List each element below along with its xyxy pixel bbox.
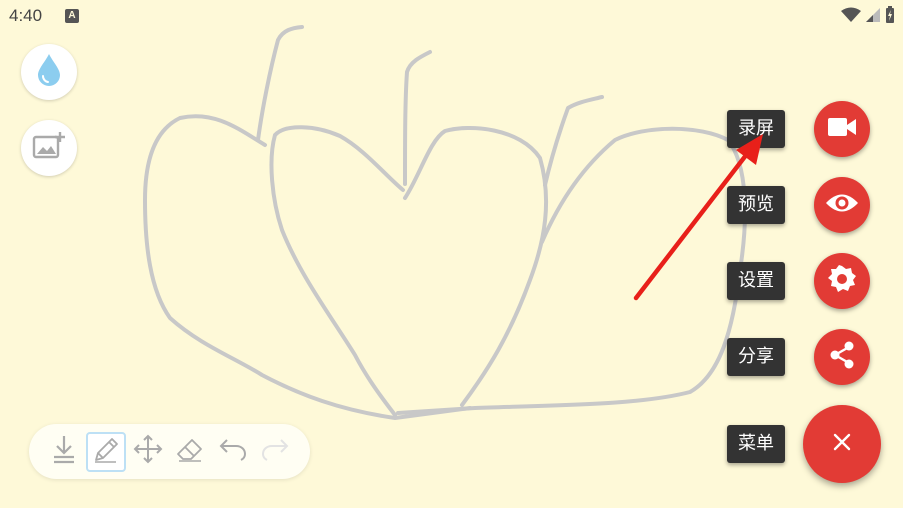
settings-label[interactable]: 设置 (727, 262, 785, 300)
drawing-toolbar (29, 424, 310, 479)
undo-button[interactable] (214, 432, 252, 470)
screen-record-button[interactable] (814, 101, 870, 157)
redo-button[interactable] (256, 432, 294, 470)
save-download-icon (51, 434, 77, 468)
menu-label[interactable]: 菜单 (727, 425, 785, 463)
add-image-button[interactable] (21, 120, 77, 176)
sketch-stroke (403, 126, 549, 407)
water-drop-icon (36, 53, 62, 91)
videocam-icon (827, 117, 857, 141)
share-button[interactable] (814, 329, 870, 385)
save-button[interactable] (45, 432, 83, 470)
gear-icon (827, 264, 857, 298)
add-photo-icon (32, 131, 66, 165)
preview-button[interactable] (814, 177, 870, 233)
pencil-tool-button[interactable] (86, 432, 126, 472)
close-icon (833, 433, 851, 455)
sketch-stroke (396, 126, 747, 415)
settings-button[interactable] (814, 253, 870, 309)
preview-label[interactable]: 预览 (727, 186, 785, 224)
share-label[interactable]: 分享 (727, 338, 785, 376)
screen-record-label[interactable]: 录屏 (727, 110, 785, 148)
undo-icon (218, 436, 248, 466)
eraser-icon (175, 435, 205, 467)
pencil-icon (92, 436, 120, 468)
sketch-stroke (269, 125, 405, 417)
sketch-stroke (143, 114, 472, 420)
move-icon (133, 434, 163, 468)
move-tool-button[interactable] (129, 432, 167, 470)
sketch-stroke (403, 50, 432, 186)
redo-icon (260, 436, 290, 466)
sketch-stroke (256, 25, 304, 142)
ink-color-button[interactable] (21, 44, 77, 100)
eraser-tool-button[interactable] (171, 432, 209, 470)
menu-toggle-button[interactable] (803, 405, 881, 483)
share-icon (827, 340, 857, 374)
eye-icon (825, 192, 859, 218)
sketch-stroke (543, 95, 604, 187)
